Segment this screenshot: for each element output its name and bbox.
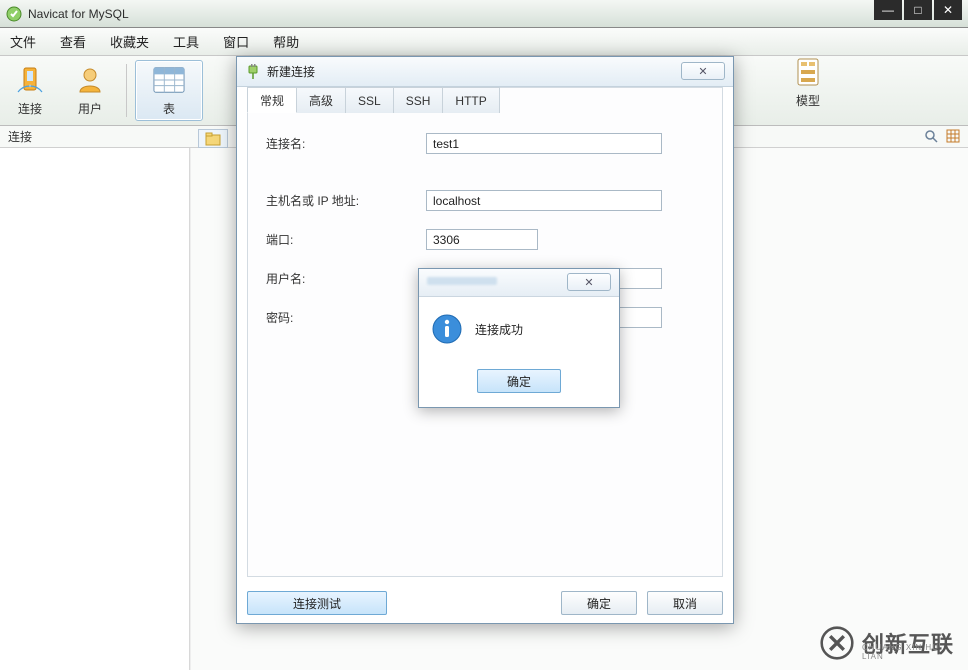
menubar: 文件 查看 收藏夹 工具 窗口 帮助 xyxy=(0,28,968,56)
host-label: 主机名或 IP 地址: xyxy=(266,192,426,209)
tab-http[interactable]: HTTP xyxy=(442,87,499,113)
port-input[interactable] xyxy=(426,229,538,250)
dialog-tabs: 常规 高级 SSL SSH HTTP xyxy=(247,87,722,113)
tab-general[interactable]: 常规 xyxy=(247,87,297,113)
app-icon xyxy=(6,6,22,22)
close-button[interactable]: ✕ xyxy=(934,0,962,20)
titlebar: Navicat for MySQL — □ ✕ xyxy=(0,0,968,28)
dialog-title: 新建连接 xyxy=(267,63,315,80)
message-text: 连接成功 xyxy=(475,321,523,338)
dialog-close-button[interactable]: ✕ xyxy=(681,62,725,80)
tool-user[interactable]: 用户 xyxy=(60,56,120,125)
app-title: Navicat for MySQL xyxy=(28,7,129,21)
tab-ssl[interactable]: SSL xyxy=(345,87,394,113)
sidebar[interactable] xyxy=(0,148,190,670)
message-footer: 确定 xyxy=(419,361,619,407)
watermark: 创新互联 CHUANG XIN HU LIAN xyxy=(820,626,954,660)
menu-tools[interactable]: 工具 xyxy=(173,32,199,51)
tab-advanced[interactable]: 高级 xyxy=(296,87,346,113)
user-icon xyxy=(74,64,106,96)
watermark-sub: CHUANG XIN HU LIAN xyxy=(862,643,952,661)
connect-icon xyxy=(14,64,46,96)
info-icon xyxy=(431,313,463,345)
window-controls: — □ ✕ xyxy=(872,0,962,22)
tool-model-label: 模型 xyxy=(796,92,820,109)
maximize-button[interactable]: □ xyxy=(904,0,932,20)
tool-connect[interactable]: 连接 xyxy=(0,56,60,125)
plug-icon xyxy=(245,64,261,80)
message-close-button[interactable]: ✕ xyxy=(567,273,611,291)
search-icon[interactable] xyxy=(924,129,938,146)
menu-help[interactable]: 帮助 xyxy=(273,32,299,51)
tool-connect-label: 连接 xyxy=(18,100,42,117)
model-icon xyxy=(792,56,824,88)
menu-view[interactable]: 查看 xyxy=(60,32,86,51)
tool-table-label: 表 xyxy=(163,100,175,117)
message-ok-button[interactable]: 确定 xyxy=(477,369,561,393)
grid-icon[interactable] xyxy=(946,129,960,146)
watermark-icon xyxy=(820,626,854,660)
pass-label: 密码: xyxy=(266,309,426,326)
object-tab-icon[interactable] xyxy=(198,129,228,148)
tool-user-label: 用户 xyxy=(78,100,102,117)
tool-table[interactable]: 表 xyxy=(135,60,203,121)
dialog-ok-button[interactable]: 确定 xyxy=(561,591,637,615)
dialog-titlebar[interactable]: 新建连接 ✕ xyxy=(237,57,733,87)
strip-right-icons xyxy=(924,126,960,148)
minimize-button[interactable]: — xyxy=(874,0,902,20)
menu-file[interactable]: 文件 xyxy=(10,32,36,51)
tab-ssh[interactable]: SSH xyxy=(393,87,444,113)
table-icon xyxy=(153,64,185,96)
conn-name-label: 连接名: xyxy=(266,135,426,152)
user-label: 用户名: xyxy=(266,270,426,287)
connection-label: 连接 xyxy=(8,128,32,145)
message-box: ✕ 连接成功 确定 xyxy=(418,268,620,408)
port-label: 端口: xyxy=(266,231,426,248)
menu-favorites[interactable]: 收藏夹 xyxy=(110,32,149,51)
menu-window[interactable]: 窗口 xyxy=(223,32,249,51)
conn-name-input[interactable] xyxy=(426,133,662,154)
host-input[interactable] xyxy=(426,190,662,211)
dialog-footer: 连接测试 确定 取消 xyxy=(247,591,723,615)
toolbar-separator xyxy=(126,64,127,117)
message-body: 连接成功 xyxy=(419,297,619,361)
dialog-cancel-button[interactable]: 取消 xyxy=(647,591,723,615)
test-connection-button[interactable]: 连接测试 xyxy=(247,591,387,615)
tool-model[interactable]: 模型 xyxy=(778,56,838,109)
message-titlebar[interactable]: ✕ xyxy=(419,269,619,297)
message-title-blur xyxy=(427,277,497,285)
